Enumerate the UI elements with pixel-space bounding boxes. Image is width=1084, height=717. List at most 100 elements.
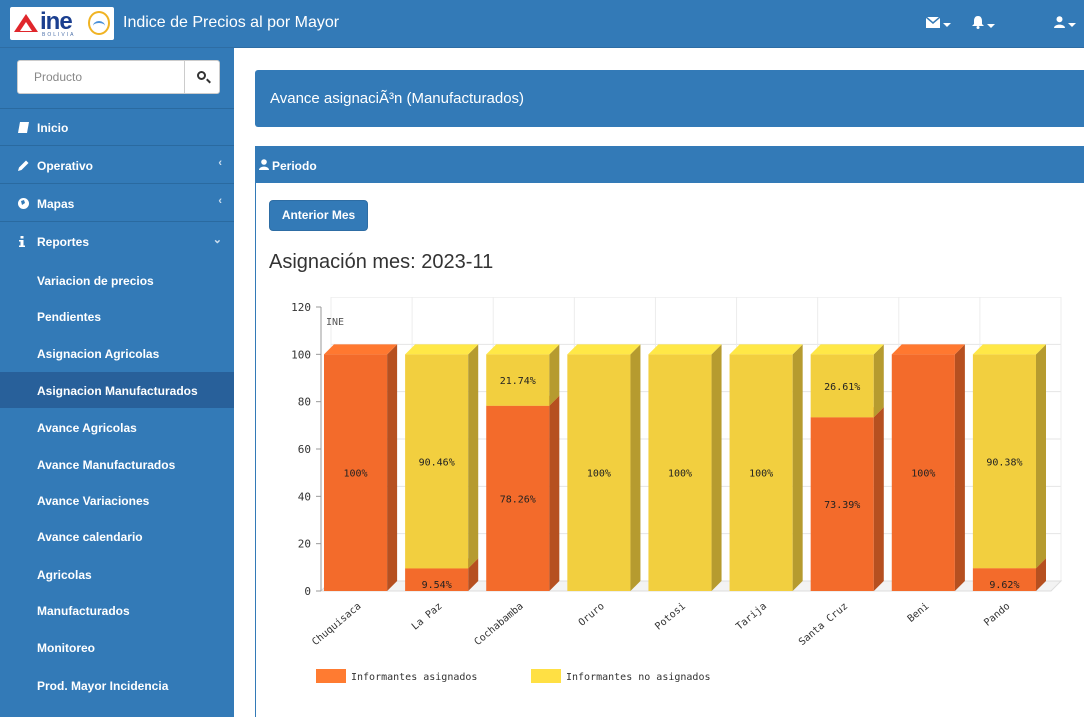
submenu-label: Avance Agricolas: [37, 421, 137, 435]
y-tick-label: 40: [298, 490, 311, 503]
submenu-label: Pendientes: [37, 310, 102, 324]
submenu-label: Agricolas: [37, 568, 92, 582]
data-label: 100%: [344, 469, 368, 480]
submenu-manufacturados[interactable]: Manufacturados: [0, 592, 234, 628]
bar-top: [648, 344, 722, 355]
chevron-down-icon: [987, 23, 995, 28]
submenu-asignacion-manufacturados[interactable]: Asignacion Manufacturados: [0, 372, 234, 408]
x-tick-label: Beni: [906, 601, 932, 625]
y-tick-label: 20: [298, 538, 311, 551]
submenu-prod-mayor-incidencia[interactable]: Prod. Mayor Incidencia: [0, 667, 234, 703]
search-icon: [197, 71, 206, 80]
messages-dropdown[interactable]: [925, 16, 951, 31]
bar-top: [810, 344, 884, 355]
submenu-label: Asignacion Agricolas: [37, 347, 160, 361]
search-button[interactable]: [184, 61, 219, 93]
sidebar-item-label: Operativo: [37, 159, 94, 173]
bar-side: [954, 344, 965, 591]
x-tick-label: Pando: [982, 601, 1012, 629]
submenu-avance-variaciones[interactable]: Avance Variaciones: [0, 482, 234, 518]
bar-side: [549, 344, 560, 406]
sidebar-item-operativo[interactable]: Operativo ‹: [0, 147, 234, 184]
y-tick-label: 80: [298, 396, 311, 409]
sidebar-item-label: Inicio: [37, 121, 69, 135]
legend-swatch: [316, 669, 346, 683]
chart-heading: Asignación mes: 2023-11: [269, 251, 494, 273]
bar-side: [468, 344, 479, 569]
user-dropdown[interactable]: [1054, 16, 1076, 31]
bar-top: [729, 344, 803, 355]
sidebar-item-inicio[interactable]: Inicio: [0, 109, 234, 146]
chevron-down-icon: ⌄: [212, 234, 222, 246]
submenu-label: Asignacion Manufacturados: [37, 384, 198, 398]
panel-heading: Periodo: [256, 147, 1084, 183]
alerts-dropdown[interactable]: [972, 16, 995, 32]
bar-side: [711, 344, 722, 591]
submenu-label: Avance calendario: [37, 530, 143, 544]
periodo-panel: Periodo Anterior Mes Asignación mes: 202…: [255, 146, 1084, 717]
product-search: [17, 60, 220, 94]
legend-label: Informantes no asignados: [566, 672, 711, 683]
bar-side: [549, 395, 560, 591]
submenu-avance-manufacturados[interactable]: Avance Manufacturados: [0, 446, 234, 482]
y-tick-label: 0: [304, 585, 311, 598]
top-navbar: ine BOLIVIA Indice de Precios al por May…: [0, 0, 1084, 48]
data-label: 78.26%: [500, 494, 536, 505]
chevron-left-icon: ‹: [218, 195, 222, 207]
x-tick-label: Santa Cruz: [797, 601, 850, 648]
chevron-left-icon: ‹: [218, 157, 222, 169]
previous-month-button[interactable]: Anterior Mes: [269, 200, 368, 231]
submenu-pendientes[interactable]: Pendientes: [0, 298, 234, 334]
logo-subtitle: BOLIVIA: [42, 32, 76, 38]
x-tick-label: Cochabamba: [473, 601, 526, 648]
submenu-label: Prod. Mayor Incidencia: [37, 679, 169, 693]
sidebar: Inicio Operativo ‹ Mapas ‹ Reportes ⌄ Va…: [0, 48, 234, 717]
y-tick-label: 100: [291, 348, 311, 361]
submenu-label: Avance Variaciones: [37, 494, 150, 508]
submenu-agricolas[interactable]: Agricolas: [0, 556, 234, 592]
sidebar-item-reportes[interactable]: Reportes ⌄: [0, 223, 234, 260]
x-tick-label: La Paz: [410, 601, 445, 633]
submenu-label: Avance Manufacturados: [37, 458, 176, 472]
user-icon: [259, 159, 269, 170]
submenu-monitoreo[interactable]: Monitoreo: [0, 629, 234, 665]
submenu-avance-calendario[interactable]: Avance calendario: [0, 518, 234, 554]
data-label: 100%: [911, 469, 935, 480]
data-label: 90.38%: [986, 457, 1022, 468]
y-tick-label: 60: [298, 443, 311, 456]
info-icon: [19, 236, 25, 247]
submenu-avance-agricolas[interactable]: Avance Agricolas: [0, 409, 234, 445]
bar-side: [792, 344, 803, 591]
submenu-variacion-de-precios[interactable]: Variacion de precios: [0, 262, 234, 298]
bar-top: [486, 344, 560, 355]
bar-side: [630, 344, 641, 591]
sidebar-item-label: Reportes: [37, 235, 90, 249]
bar-side: [387, 344, 398, 591]
y-tick-label: 120: [291, 301, 311, 314]
bell-icon: [972, 16, 984, 29]
data-label: 9.54%: [422, 580, 452, 591]
submenu-label: Monitoreo: [37, 641, 95, 655]
data-label: 21.74%: [500, 376, 536, 387]
bar-side: [873, 407, 884, 591]
data-label: 100%: [587, 469, 611, 480]
bar-top: [405, 344, 479, 355]
envelope-icon: [925, 16, 941, 28]
bar-top: [567, 344, 641, 355]
bar-side: [873, 344, 884, 418]
legend-swatch: [531, 669, 561, 683]
ine-logo[interactable]: ine BOLIVIA: [10, 7, 114, 40]
chart-watermark: INE: [326, 317, 344, 328]
data-label: 26.61%: [824, 382, 860, 393]
product-search-input[interactable]: [18, 61, 184, 93]
x-tick-label: Tarija: [734, 601, 769, 633]
data-label: 73.39%: [824, 500, 860, 511]
app-title: Indice de Precios al por Mayor: [123, 14, 340, 31]
sidebar-item-mapas[interactable]: Mapas ‹: [0, 185, 234, 222]
data-label: 90.46%: [419, 457, 455, 468]
page-title: Avance asignaciÃ³n (Manufacturados): [270, 90, 525, 107]
page-header: Avance asignaciÃ³n (Manufacturados): [255, 70, 1084, 127]
bar-top: [891, 344, 965, 355]
submenu-asignacion-agricolas[interactable]: Asignacion Agricolas: [0, 335, 234, 371]
submenu-label: Manufacturados: [37, 604, 130, 618]
